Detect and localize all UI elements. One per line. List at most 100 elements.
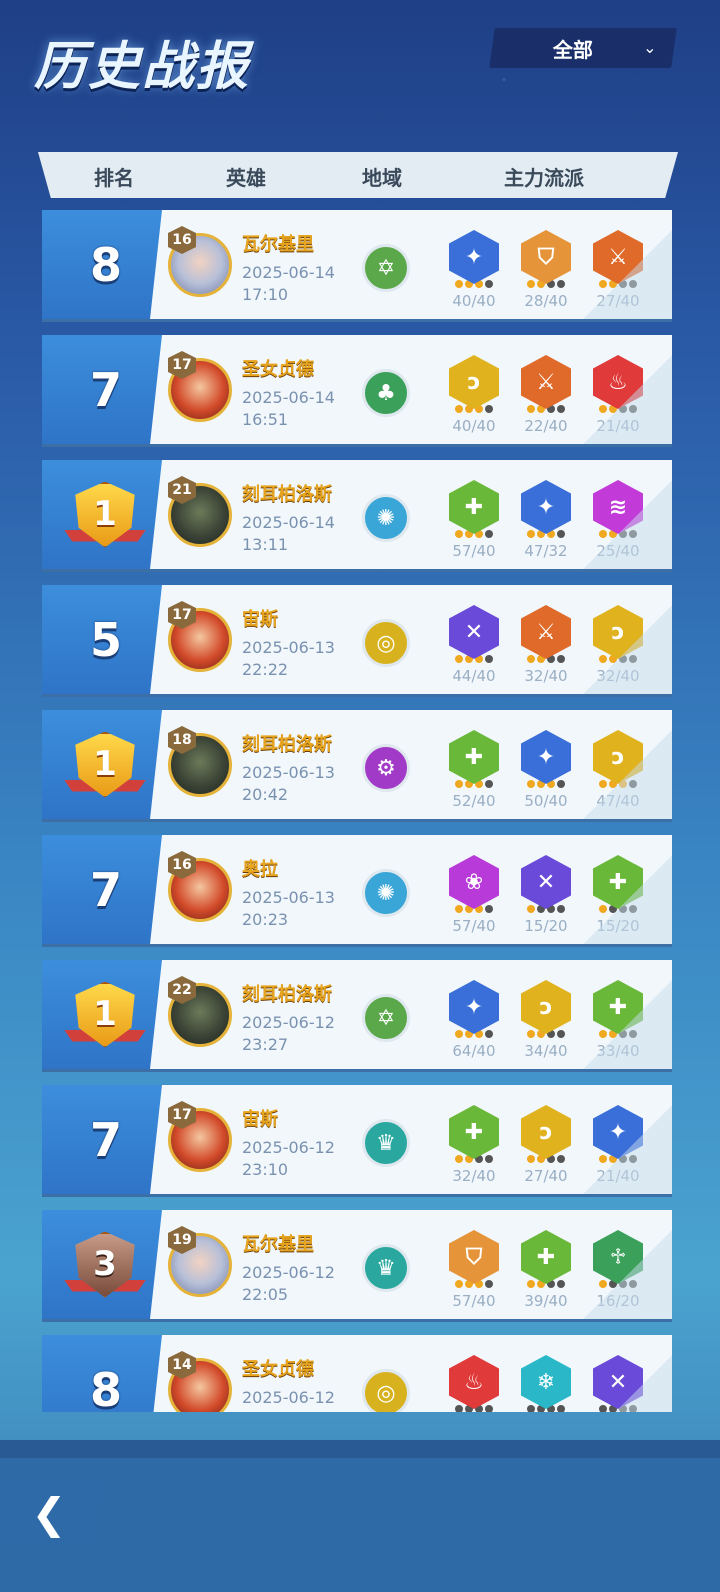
table-row[interactable]: 1 18 刻耳柏洛斯 2025-06-13 20:42 ⚙ ✚ 52/40 ✦ 50/40 ↄ 47/… (42, 710, 672, 822)
back-button[interactable]: ❮ (0, 1478, 106, 1548)
trait-sparkle-icon[interactable]: ✦ 40/40 (446, 230, 502, 310)
rank-cell: 1 (42, 460, 162, 569)
trait-shield-icon[interactable]: ⛉ 57/40 (446, 1230, 502, 1310)
match-time: 16:51 (242, 410, 289, 429)
table-row[interactable]: 7 17 圣女贞德 2025-06-14 16:51 ♣ ↄ 40/40 ⚔ 22/40 ♨ 21/4… (42, 335, 672, 447)
region-crown-icon: ♛ (362, 1119, 410, 1167)
trait-flex-icon[interactable]: ↄ 47/40 (590, 730, 646, 810)
sparkle-icon: ✦ (449, 230, 499, 284)
match-date: 2025-06-12 (242, 1388, 335, 1407)
trait-count: 25/40 (596, 542, 640, 560)
trait-flex-icon[interactable]: ↄ 32/40 (590, 605, 646, 685)
filter-dropdown[interactable]: 全部 ⌄ (489, 28, 677, 68)
table-row[interactable]: 1 21 刻耳柏洛斯 2025-06-14 13:11 ✺ ✚ 57/40 ✦ 47/32 ≋ 25/… (42, 460, 672, 572)
trait-flex-icon[interactable]: ↄ 34/40 (518, 980, 574, 1060)
sparkle-icon: ✦ (521, 480, 571, 534)
match-date: 2025-06-12 (242, 1138, 335, 1157)
hero-name: 宙斯 (242, 609, 278, 630)
trait-potion-icon[interactable]: ♱ 16/20 (590, 1230, 646, 1310)
table-row[interactable]: 7 17 宙斯 2025-06-12 23:10 ♛ ✚ 32/40 ↄ 27/40 ✦ 21/40 (42, 1085, 672, 1197)
trait-count: 50/40 (524, 792, 568, 810)
match-time: 23:27 (242, 1035, 289, 1054)
trait-flame-icon[interactable]: ♨ (446, 1355, 502, 1412)
trait-sword-icon[interactable]: ⚔ 32/40 (518, 605, 574, 685)
match-datetime: 2025-06-13 20:23 (242, 887, 335, 931)
table-row[interactable]: 814圣女贞德2025-06-1221:19◎♨❄✕ (42, 1335, 672, 1412)
column-header-bar: 排名 英雄 地域 主力流派 (38, 152, 678, 198)
back-arrow-icon: ❮ (31, 1488, 67, 1538)
flame-icon: ♨ (593, 355, 643, 409)
trait-sword-icon[interactable]: ⚔ 27/40 (590, 230, 646, 310)
match-history-list[interactable]: 8 16 瓦尔基里 2025-06-14 17:10 ✡ ✦ 40/40 ⛉ 28/40 ⚔ 27/4… (42, 210, 674, 1412)
match-time: 17:10 (242, 285, 289, 304)
flex-icon: ↄ (593, 730, 643, 784)
flame-icon: ♨ (449, 1355, 499, 1409)
hero-name: 圣女贞德 (242, 359, 314, 380)
trait-flex-icon[interactable]: ↄ 27/40 (518, 1105, 574, 1185)
trait-count: 34/40 (524, 1042, 568, 1060)
trait-count: 64/40 (452, 1042, 496, 1060)
table-row[interactable]: 5 17 宙斯 2025-06-13 22:22 ◎ ✕ 44/40 ⚔ 32/40 ↄ 32/40 (42, 585, 672, 697)
sword-icon: ⚔ (521, 605, 571, 659)
trait-cross-icon[interactable]: ✚ 52/40 (446, 730, 502, 810)
trait-sparkle-icon[interactable]: ✦ 47/32 (518, 480, 574, 560)
trait-sword-icon[interactable]: ⚔ 22/40 (518, 355, 574, 435)
match-time: 13:11 (242, 535, 289, 554)
hero-name: 刻耳柏洛斯 (242, 734, 332, 755)
trait-count: 21/40 (596, 417, 640, 435)
claw-icon: ≋ (593, 480, 643, 534)
trait-sparkle-icon[interactable]: ✦ 50/40 (518, 730, 574, 810)
column-traits: 主力流派 (504, 166, 584, 190)
match-datetime: 2025-06-12 23:10 (242, 1137, 335, 1181)
flex-icon: ↄ (521, 980, 571, 1034)
match-date: 2025-06-14 (242, 388, 335, 407)
trait-snowflake-icon[interactable]: ❄ (518, 1355, 574, 1412)
sparkle-icon: ✦ (593, 1105, 643, 1159)
region-swirl-icon: ◎ (362, 619, 410, 667)
match-date: 2025-06-13 (242, 763, 335, 782)
trait-hammer-icon[interactable]: ✕ (590, 1355, 646, 1412)
trait-count: 40/40 (452, 417, 496, 435)
table-row[interactable]: 8 16 瓦尔基里 2025-06-14 17:10 ✡ ✦ 40/40 ⛉ 28/40 ⚔ 27/4… (42, 210, 672, 322)
trait-count: 22/40 (524, 417, 568, 435)
table-row[interactable]: 1 22 刻耳柏洛斯 2025-06-12 23:27 ✡ ✦ 64/40 ↄ 34/40 ✚ 33/… (42, 960, 672, 1072)
rank-cell: 7 (42, 1085, 162, 1194)
trait-sparkle-icon[interactable]: ✦ 64/40 (446, 980, 502, 1060)
trait-lotus-icon[interactable]: ❀ 57/40 (446, 855, 502, 935)
trait-cross-icon[interactable]: ✚ 15/20 (590, 855, 646, 935)
trait-claw-icon[interactable]: ≋ 25/40 (590, 480, 646, 560)
trait-cross-icon[interactable]: ✚ 39/40 (518, 1230, 574, 1310)
trait-hammer-icon[interactable]: ✕ 15/20 (518, 855, 574, 935)
cross-icon: ✚ (521, 1230, 571, 1284)
trait-hammer-icon[interactable]: ✕ 44/40 (446, 605, 502, 685)
match-date: 2025-06-14 (242, 263, 335, 282)
region-swirl-icon: ◎ (362, 1369, 410, 1412)
rank-number: 1 (93, 993, 117, 1034)
trait-cross-icon[interactable]: ✚ 32/40 (446, 1105, 502, 1185)
column-region: 地域 (362, 166, 402, 190)
rank-cell: 8 (42, 210, 162, 319)
rank-cell: 5 (42, 585, 162, 694)
match-time: 23:10 (242, 1160, 289, 1179)
trait-flex-icon[interactable]: ↄ 40/40 (446, 355, 502, 435)
hero-name: 瓦尔基里 (242, 234, 314, 255)
table-row[interactable]: 3 19 瓦尔基里 2025-06-12 22:05 ♛ ⛉ 57/40 ✚ 39/40 ♱ 16/2… (42, 1210, 672, 1322)
hero-name: 奥拉 (242, 859, 278, 880)
bottom-bar (0, 1440, 720, 1592)
trait-count: 52/40 (452, 792, 496, 810)
trait-flame-icon[interactable]: ♨ 21/40 (590, 355, 646, 435)
bronze-rank-badge-icon: 3 (64, 1231, 146, 1298)
shield-icon: ⛉ (521, 230, 571, 284)
trait-count: 27/40 (596, 292, 640, 310)
page-title: 历史战报 (34, 37, 251, 97)
trait-sparkle-icon[interactable]: ✦ 21/40 (590, 1105, 646, 1185)
trait-shield-icon[interactable]: ⛉ 28/40 (518, 230, 574, 310)
region-pentagram-icon: ✡ (362, 244, 410, 292)
trait-count: 32/40 (596, 667, 640, 685)
flex-icon: ↄ (449, 355, 499, 409)
rank-number: 5 (89, 612, 122, 667)
trait-cross-icon[interactable]: ✚ 57/40 (446, 480, 502, 560)
match-date: 2025-06-14 (242, 513, 335, 532)
table-row[interactable]: 7 16 奥拉 2025-06-13 20:23 ✺ ❀ 57/40 ✕ 15/20 ✚ 15/20 (42, 835, 672, 947)
trait-cross-icon[interactable]: ✚ 33/40 (590, 980, 646, 1060)
